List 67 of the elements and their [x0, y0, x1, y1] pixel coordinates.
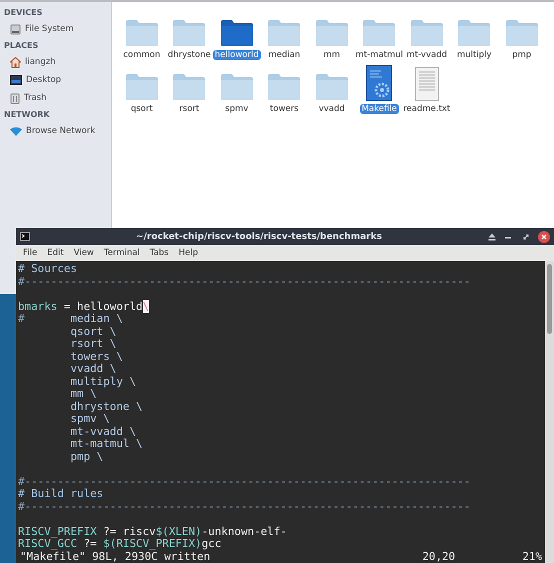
- scroll-percent: 21%: [522, 550, 543, 563]
- wifi-icon: [10, 126, 22, 136]
- file-name[interactable]: dhrystone: [166, 50, 213, 60]
- code-line: spmv \: [69, 413, 110, 426]
- code-line: vvadd \: [69, 363, 118, 376]
- file-name[interactable]: median: [266, 50, 302, 60]
- code-line: RISCV_GCC ?= $(RISCV_PREFIX)gcc: [18, 538, 222, 550]
- sidebar-heading: NETWORK: [4, 110, 51, 119]
- menu-item[interactable]: Edit: [42, 248, 69, 258]
- sidebar-heading: DEVICES: [4, 8, 44, 17]
- file-name[interactable]: pmp: [510, 50, 534, 60]
- code-line: #--------------------------------------------------------------------: [18, 276, 472, 288]
- text-document-icon[interactable]: [414, 67, 439, 101]
- eject-icon[interactable]: [488, 232, 496, 240]
- code-line: mt-matmul \: [69, 438, 144, 450]
- sidebar-item[interactable]: File System: [25, 24, 74, 34]
- code-line: #--------------------------------------------------------------------: [18, 476, 472, 488]
- file-name[interactable]: multiply: [454, 50, 494, 60]
- sidebar-item[interactable]: Browse Network: [26, 126, 96, 136]
- status-message: "Makefile" 98L, 2930C written: [20, 550, 210, 563]
- code-line: pmp \: [69, 450, 104, 463]
- trash-icon: [10, 92, 20, 104]
- code-line: mt-vvadd \: [69, 426, 138, 438]
- file-name[interactable]: mm: [321, 50, 342, 60]
- document-gear-icon[interactable]: [366, 65, 392, 101]
- code-line: #--------------------------------------------------------------------: [18, 500, 472, 513]
- file-name[interactable]: helloworld: [212, 50, 261, 60]
- file-name[interactable]: mt-vvadd: [404, 50, 449, 60]
- drive-icon: [10, 24, 21, 34]
- scrollbar[interactable]: [545, 261, 554, 563]
- menu-item[interactable]: Terminal: [98, 248, 145, 258]
- code-line: mm \: [69, 388, 97, 400]
- monitor-icon: [10, 75, 22, 85]
- menu-item[interactable]: View: [68, 248, 99, 258]
- menu-item[interactable]: Tabs: [144, 248, 174, 258]
- folder-icon[interactable]: [220, 19, 254, 47]
- menu-item[interactable]: File: [18, 248, 42, 258]
- file-name[interactable]: qsort: [128, 104, 155, 114]
- code-line: towers \: [69, 350, 124, 363]
- code-line: rsort \: [69, 338, 118, 350]
- cursor-position: 20,20: [422, 550, 456, 563]
- close-icon[interactable]: [538, 230, 550, 242]
- menu-item[interactable]: Help: [174, 248, 204, 258]
- sidebar-item[interactable]: Trash: [24, 93, 46, 103]
- code-line: dhrystone \: [69, 400, 144, 413]
- terminal-icon: [20, 232, 30, 241]
- code-line: multiply \: [69, 376, 138, 388]
- file-name[interactable]: spmv: [223, 104, 250, 114]
- window-title: ~/rocket-chip/riscv-tools/riscv-tests/benchmarks: [135, 232, 383, 242]
- sidebar-heading: PLACES: [4, 41, 40, 50]
- file-name[interactable]: common: [121, 50, 162, 60]
- code-line: RISCV_PREFIX ?= riscv$(XLEN)-unknown-elf-: [18, 526, 288, 538]
- code-line: qsort \: [69, 326, 118, 338]
- sidebar-item[interactable]: liangzh: [25, 57, 56, 67]
- file-name[interactable]: rsort: [177, 104, 202, 114]
- file-name[interactable]: mt-matmul: [353, 50, 406, 60]
- scroll-thumb[interactable]: [547, 264, 552, 334]
- house-icon: [10, 56, 21, 68]
- code-line: bmarks = helloworld\: [18, 300, 150, 313]
- sidebar-item[interactable]: Desktop: [26, 75, 62, 85]
- file-name[interactable]: towers: [268, 104, 301, 114]
- code-line: # Sources: [18, 263, 78, 276]
- code-line: # median \: [18, 313, 124, 326]
- file-name[interactable]: readme.txt: [401, 104, 452, 114]
- file-name[interactable]: Makefile: [360, 104, 399, 114]
- code-line: # Build rules: [18, 488, 104, 500]
- file-name[interactable]: vvadd: [316, 104, 347, 114]
